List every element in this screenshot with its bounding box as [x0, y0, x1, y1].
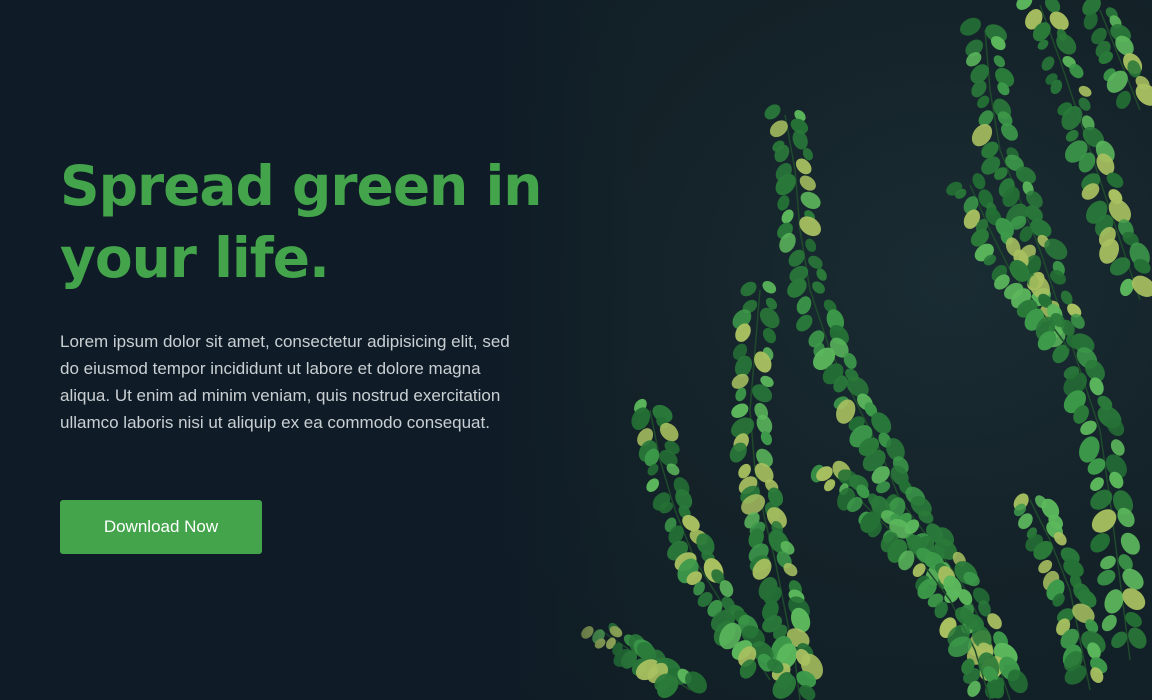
ivy-leaf: [960, 17, 981, 36]
ivy-leaf: [1100, 555, 1116, 570]
ivy-leaf: [764, 104, 781, 120]
ivy-leaf: [1078, 85, 1092, 97]
ivy-leaf: [812, 281, 825, 294]
hero-content: Spread green in your life. Lorem ipsum d…: [60, 150, 542, 436]
headline-line-2: your life.: [60, 226, 330, 290]
ivy-leaf: [800, 191, 821, 209]
ivy-leaf: [808, 255, 823, 269]
hero-section: Spread green in your life. Lorem ipsum d…: [0, 0, 1152, 700]
hero-headline: Spread green in your life.: [60, 150, 542, 294]
ivy-leaf: [762, 280, 777, 294]
ivy-leaf: [796, 296, 812, 315]
ivy-leaf: [799, 175, 816, 191]
ivy-leaf: [1041, 56, 1055, 71]
ivy-leaf: [1090, 533, 1110, 553]
hero-description: Lorem ipsum dolor sit amet, consectetur …: [60, 332, 510, 432]
ivy-leaf: [1091, 509, 1117, 533]
ivy-leaf: [762, 327, 777, 344]
ivy-leaf: [1097, 569, 1116, 586]
ivy-leaf: [805, 238, 817, 252]
ivy-leaf: [796, 314, 813, 332]
ivy-leaf: [1104, 589, 1124, 614]
ivy-leaf: [993, 55, 1006, 68]
ivy-leaf: [777, 195, 790, 211]
download-now-button[interactable]: Download Now: [60, 500, 262, 554]
ivy-leaf: [760, 431, 772, 446]
ivy-leaf: [646, 478, 660, 492]
headline-line-1: Spread green in: [60, 154, 542, 218]
ivy-leaf: [816, 268, 827, 281]
ivy-leaf: [1120, 532, 1140, 555]
ivy-leaf: [740, 281, 757, 297]
ivy-leaf: [1101, 614, 1117, 632]
